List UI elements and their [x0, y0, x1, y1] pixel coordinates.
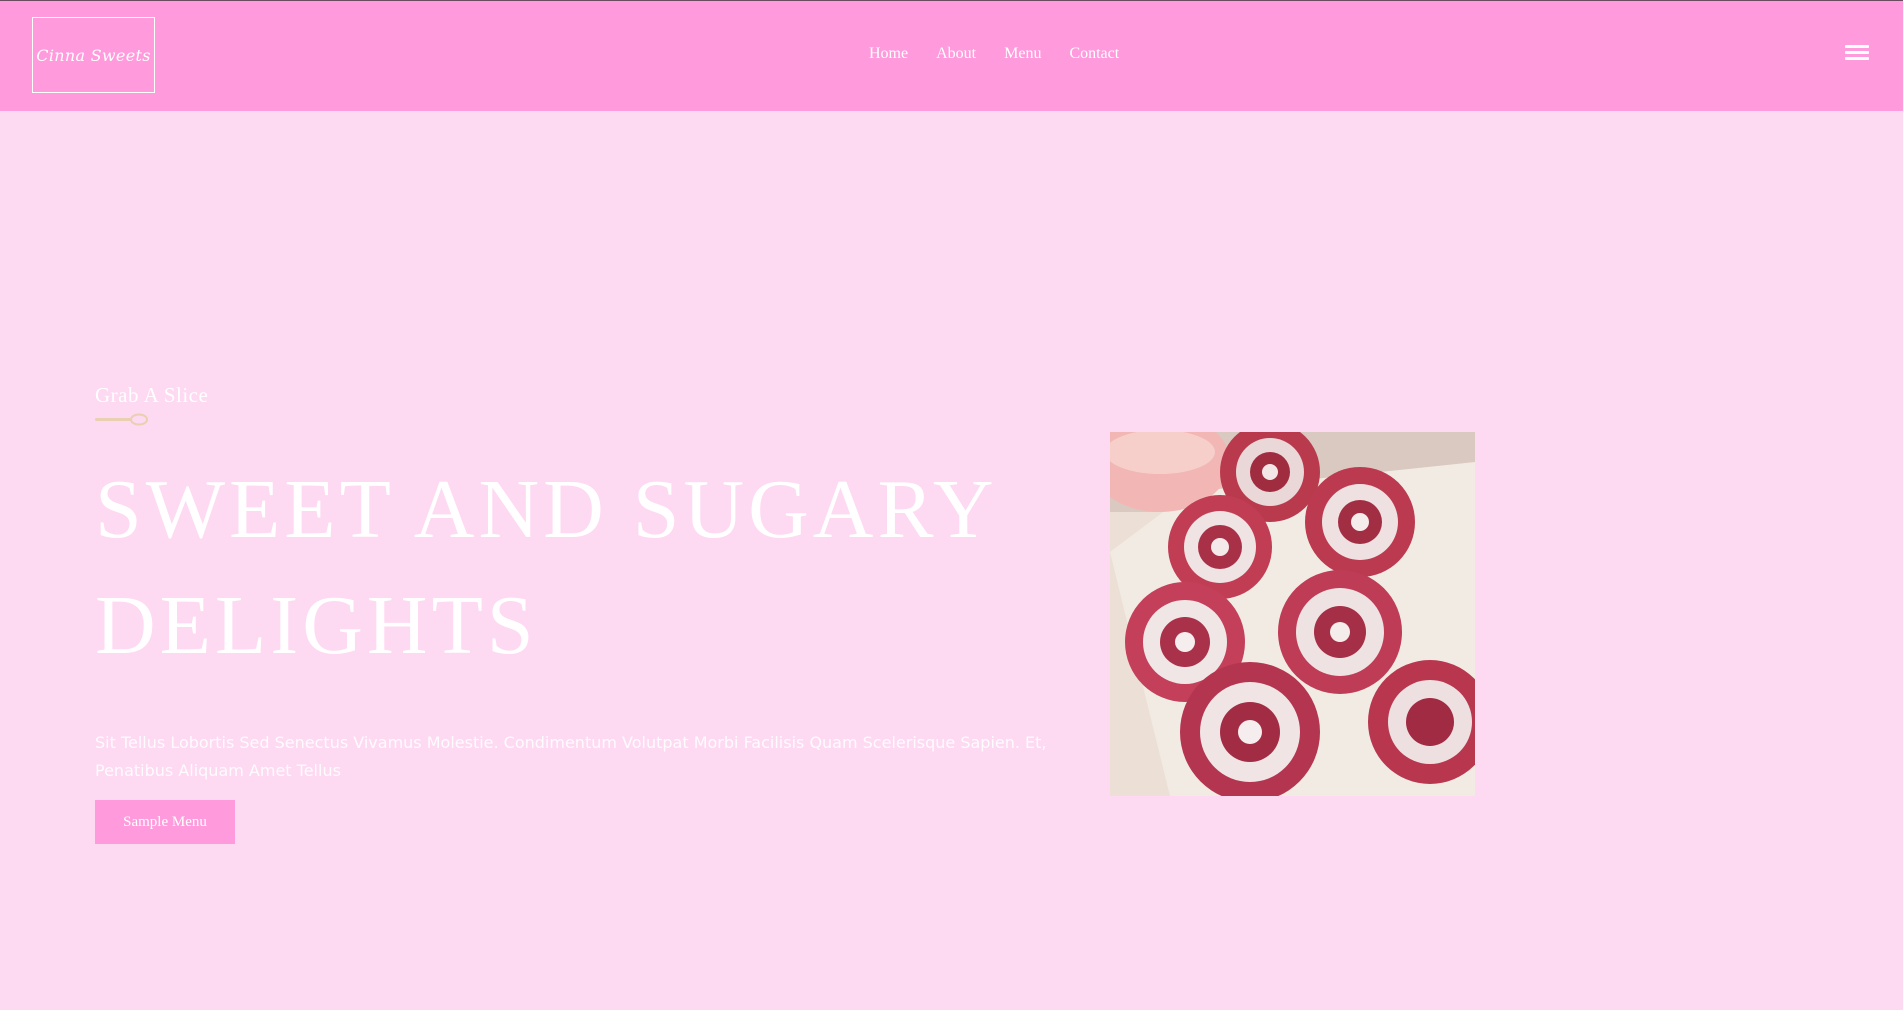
- site-header: Cinna Sweets Home About Menu Contact: [0, 1, 1903, 111]
- nav-home[interactable]: Home: [869, 45, 908, 63]
- hero-title: SWEET AND SUGARY DELIGHTS: [95, 463, 995, 672]
- hamburger-line: [1845, 45, 1869, 48]
- hamburger-line: [1845, 57, 1869, 60]
- nav-about[interactable]: About: [936, 45, 976, 63]
- cinnamon-rolls-illustration: [1110, 432, 1475, 796]
- sample-menu-button[interactable]: Sample Menu: [95, 800, 235, 844]
- hero-description: Sit Tellus Lobortis Sed Senectus Vivamus…: [95, 733, 1047, 780]
- hero-eyebrow: Grab A Slice: [95, 383, 209, 407]
- hamburger-icon[interactable]: [1845, 45, 1869, 65]
- site-logo[interactable]: Cinna Sweets: [32, 17, 155, 93]
- cinnamon-rolls-photo: [1110, 432, 1475, 796]
- hamburger-line: [1845, 51, 1869, 54]
- spoon-icon: [95, 413, 148, 426]
- main-nav: Home About Menu Contact: [869, 45, 1147, 63]
- nav-contact[interactable]: Contact: [1069, 45, 1119, 63]
- nav-menu[interactable]: Menu: [1004, 45, 1041, 63]
